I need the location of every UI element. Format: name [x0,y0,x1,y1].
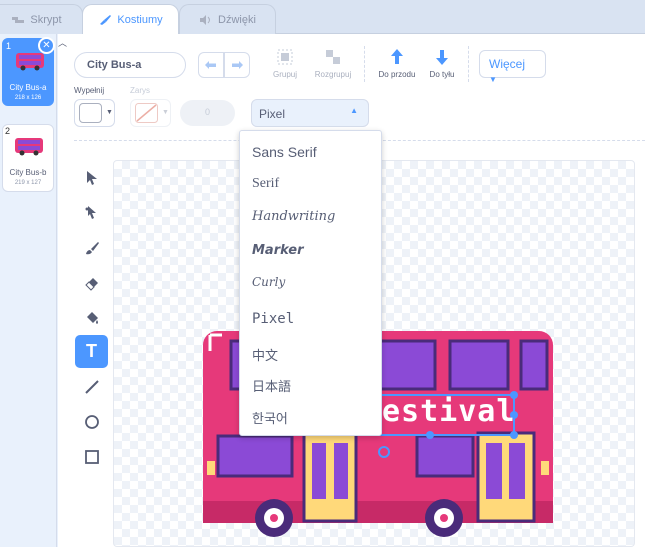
ungroup-icon [326,50,340,64]
close-icon: ✕ [42,40,51,51]
costume-name-input[interactable]: City Bus-a [74,52,186,78]
ungroup-label: Rozgrupuj [314,70,352,79]
more-label: Więcej [489,57,526,71]
fill-color-picker[interactable]: ▼ [74,99,115,127]
font-option-curly[interactable]: Curly [252,275,285,289]
font-option-japanese[interactable]: 日本語 [252,376,291,395]
costume-thumbnail [16,53,44,71]
font-select[interactable]: Pixel ▲ [251,99,369,127]
backward-label: Do tyłu [429,70,455,79]
tab-sounds-label: Dźwięki [218,13,256,26]
tab-costumes-label: Kostiumy [117,14,163,26]
speaker-icon [200,14,211,25]
arrow-up-icon [391,49,403,64]
brush-icon [85,241,99,254]
fill-label: Wypełnij [74,86,105,95]
forward-button[interactable]: Do przodu [374,46,420,84]
outline-label: Zarys [130,86,150,95]
costume-item-2[interactable]: 2 City Bus-b 219 x 127 [2,124,54,192]
undo-icon [205,61,216,69]
redo-button[interactable] [224,52,250,78]
text-t-icon: T [86,341,97,361]
editor-tab-bar: Skrypt Kostiumy Dźwięki [0,0,645,35]
costume-number: 1 [6,41,12,51]
rectangle-tool[interactable] [75,440,108,473]
select-tool[interactable] [75,161,108,194]
chevron-down-icon: ▼ [106,109,113,116]
outline-width-input[interactable]: 0 [180,100,235,126]
brush-icon [100,15,112,25]
rectangle-icon [84,449,99,464]
font-option-chinese[interactable]: 中文 [252,345,278,364]
reshape-tool[interactable] [75,196,108,229]
code-icon [12,16,25,23]
font-option-marker[interactable]: Marker [252,243,304,258]
group-button[interactable]: Grupuj [268,46,302,84]
brush-tool[interactable] [75,231,108,264]
reshape-icon [85,205,96,219]
costume-name: City Bus-b [9,168,47,177]
more-button[interactable]: Więcej ▼ [479,50,546,84]
select-arrow-icon [86,170,97,185]
costume-size: 218 x 126 [14,95,42,101]
costume-list: 1 City Bus-a 218 x 126 ✕ 2 City Bus-b 21… [0,34,57,547]
tab-sounds[interactable]: Dźwięki [179,4,276,34]
tab-code[interactable]: Skrypt [0,4,83,34]
redo-icon [232,61,243,69]
fill-tool[interactable] [75,301,108,334]
toolbar-divider [468,46,469,82]
font-option-pixel[interactable]: Pixel [252,311,294,327]
toolbar-divider [364,46,365,82]
chevron-down-icon: ▼ [489,75,497,84]
undo-button[interactable] [198,52,224,78]
font-option-korean[interactable]: 한국어 [252,408,288,427]
delete-costume-button[interactable]: ✕ [38,37,55,54]
eraser-tool[interactable] [75,266,108,299]
vertical-scrollbar[interactable] [636,160,642,547]
group-label: Grupuj [272,70,297,79]
outline-width-value: 0 [204,107,210,117]
festival-text-object[interactable]: estival [382,394,515,429]
tab-costumes[interactable]: Kostiumy [82,4,179,35]
costume-name: City Bus-a [9,83,47,92]
font-option-handwriting[interactable]: Handwriting [252,209,335,224]
paint-bucket-icon [86,311,98,324]
costume-number: 2 [5,126,11,136]
text-tool[interactable]: T [75,335,108,368]
line-tool[interactable] [75,370,108,403]
forward-label: Do przodu [378,70,416,79]
line-icon [84,379,99,394]
font-dropdown-menu: Sans Serif Serif Handwriting Marker Curl… [239,130,382,436]
circle-tool[interactable] [75,405,108,438]
costume-thumbnail [15,138,43,156]
circle-icon [84,414,99,429]
font-select-value: Pixel [259,107,286,121]
backward-button[interactable]: Do tyłu [424,46,460,84]
eraser-icon [84,277,98,291]
outline-color-picker[interactable]: ▼ [130,99,171,127]
group-icon [277,49,293,65]
font-option-sans-serif[interactable]: Sans Serif [252,144,317,160]
ungroup-button[interactable]: Rozgrupuj [310,46,356,84]
font-option-serif[interactable]: Serif [252,176,279,192]
caret-up-icon: ▲ [350,106,358,115]
tab-code-label: Skrypt [30,13,62,26]
costume-size: 219 x 127 [14,180,42,186]
arrow-down-icon [436,50,448,65]
no-color-icon [135,103,158,123]
chevron-down-icon: ▼ [162,109,169,116]
chevron-up-icon[interactable]: ︿ [58,36,70,48]
fill-swatch [79,103,102,123]
